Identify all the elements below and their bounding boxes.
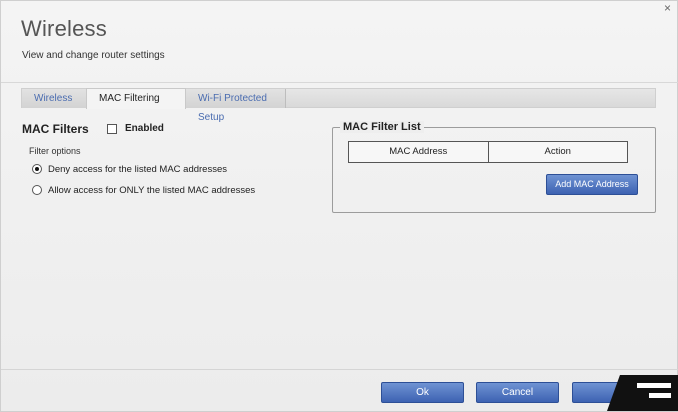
page-subtitle: View and change router settings <box>22 50 165 61</box>
mac-filters-title: MAC Filters <box>22 122 89 136</box>
enabled-checkbox[interactable] <box>107 124 117 134</box>
mac-filter-table-header: MAC Address Action <box>348 141 628 163</box>
tab-strip: Wireless Wi-Fi Protected Setup MAC Filte… <box>21 88 656 123</box>
cancel-button[interactable]: Cancel <box>476 382 559 403</box>
column-header-action: Action <box>487 142 628 162</box>
tab-wireless[interactable]: Wireless <box>22 89 94 108</box>
mac-filter-list-title: MAC Filter List <box>340 121 424 133</box>
deny-access-radio[interactable] <box>32 164 42 174</box>
ok-button[interactable]: Ok <box>381 382 464 403</box>
column-header-mac-address: MAC Address <box>389 146 448 157</box>
watermark-logo-bar <box>637 383 671 388</box>
tab-mac-filtering[interactable]: MAC Filtering <box>86 88 186 109</box>
allow-only-label: Allow access for ONLY the listed MAC add… <box>48 185 256 196</box>
title-divider <box>1 82 678 83</box>
close-icon[interactable]: × <box>664 2 671 14</box>
allow-only-radio[interactable] <box>32 185 42 195</box>
watermark-logo-bar <box>649 393 671 398</box>
deny-access-label: Deny access for the listed MAC addresses <box>48 164 227 175</box>
watermark-logo <box>607 375 678 411</box>
footer-divider <box>1 369 678 370</box>
page-title: Wireless <box>21 16 107 41</box>
add-mac-address-button[interactable]: Add MAC Address <box>546 174 638 195</box>
filter-options-label: Filter options <box>29 146 81 156</box>
tab-wifi-protected-setup[interactable]: Wi-Fi Protected Setup <box>174 89 286 123</box>
mac-filter-list-box <box>332 127 656 213</box>
router-settings-window: × Wireless View and change router settin… <box>0 0 678 412</box>
enabled-label: Enabled <box>125 123 164 134</box>
